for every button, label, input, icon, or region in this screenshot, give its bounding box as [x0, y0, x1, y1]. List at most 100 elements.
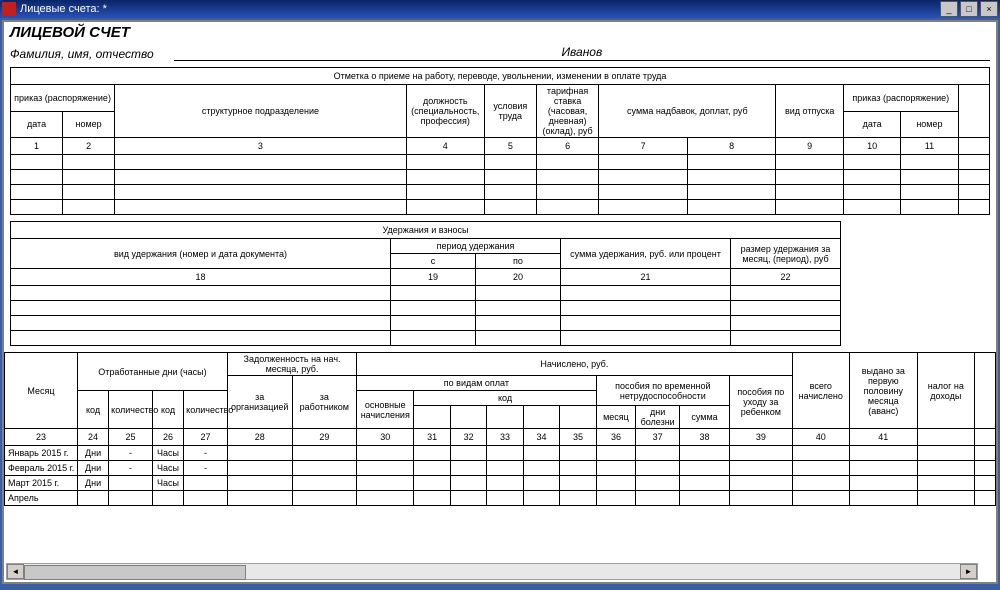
- col-main: основные начисления: [357, 391, 414, 429]
- colnum: 19: [391, 269, 476, 286]
- table-row[interactable]: [11, 200, 990, 215]
- colnum: 41: [849, 429, 917, 446]
- col-advance: выдано за первую половину месяца (аванс): [849, 353, 917, 429]
- colnum: 7: [599, 138, 688, 155]
- colnum: 39: [730, 429, 793, 446]
- table-row[interactable]: [11, 316, 841, 331]
- col-position: должность (специальность, профессия): [406, 85, 484, 138]
- table-row[interactable]: Январь 2015 г.Дни-Часы-: [5, 446, 996, 461]
- colnum: 32: [450, 429, 486, 446]
- col-tax: налог на доходы: [917, 353, 974, 429]
- colnum: 23: [5, 429, 78, 446]
- table-row[interactable]: [11, 185, 990, 200]
- colnum: 36: [596, 429, 636, 446]
- table-row[interactable]: Апрель: [5, 491, 996, 506]
- col-vac: вид отпуска: [776, 85, 844, 138]
- col-date2: дата: [844, 111, 901, 138]
- window-titlebar: Лицевые счета: * _ □ ×: [0, 0, 1000, 18]
- col-ded-from: с: [391, 254, 476, 269]
- col-care: пособия по уходу за ребенком: [730, 376, 793, 429]
- col-kod: код: [77, 391, 108, 429]
- colnum: 34: [523, 429, 559, 446]
- colnum: 29: [292, 429, 357, 446]
- colnum: 31: [414, 429, 450, 446]
- col-ded-to: по: [476, 254, 561, 269]
- col-sd: дни болезни: [636, 406, 680, 429]
- colnum: 37: [636, 429, 680, 446]
- col-ded-type: вид удержания (номер и дата документа): [11, 239, 391, 269]
- col-ded-period: период удержания: [391, 239, 561, 254]
- colnum: 27: [184, 429, 228, 446]
- col-accrued: Начислено, руб.: [357, 353, 793, 376]
- col-number2: номер: [901, 111, 958, 138]
- col-total: всего начислено: [792, 353, 849, 429]
- app-icon: [2, 2, 16, 16]
- col-ded-amount: сумма удержания, руб. или процент: [561, 239, 731, 269]
- monthly-table: Месяц Отработанные дни (часы) Задолженно…: [4, 352, 996, 506]
- col-byorg: за организацией: [227, 376, 292, 429]
- colnum: 3: [115, 138, 407, 155]
- colnum: 30: [357, 429, 414, 446]
- colnum: 33: [487, 429, 523, 446]
- scroll-left-icon[interactable]: ◄: [7, 564, 24, 579]
- table-row[interactable]: Март 2015 г.ДниЧасы: [5, 476, 996, 491]
- col-sick: пособия по временной нетрудоспособности: [596, 376, 729, 406]
- col-ded-monthly: размер удержания за месяц, (период), руб: [731, 239, 841, 269]
- colnum: 20: [476, 269, 561, 286]
- col-worked: Отработанные дни (часы): [77, 353, 227, 391]
- table-row[interactable]: [11, 301, 841, 316]
- colnum: 35: [560, 429, 596, 446]
- col-cond: условия труда: [484, 85, 536, 138]
- col-m: месяц: [596, 406, 636, 429]
- fio-value[interactable]: Иванов: [174, 45, 990, 61]
- colnum: 25: [109, 429, 153, 446]
- col-bypay: по видам оплат: [357, 376, 597, 391]
- scroll-thumb[interactable]: [24, 565, 246, 580]
- colnum: 9: [776, 138, 844, 155]
- col-date: дата: [11, 111, 63, 138]
- window-title: Лицевые счета: *: [20, 3, 107, 15]
- close-button[interactable]: ×: [980, 1, 998, 17]
- colnum: 21: [561, 269, 731, 286]
- col-byemp: за работником: [292, 376, 357, 429]
- maximize-button[interactable]: □: [960, 1, 978, 17]
- col-tariff: тарифная ставка (часовая, дневная) (окла…: [536, 85, 598, 138]
- col-number: номер: [63, 111, 115, 138]
- minimize-button[interactable]: _: [940, 1, 958, 17]
- fio-label: Фамилия, имя, отчество: [10, 47, 154, 61]
- table-row[interactable]: [11, 170, 990, 185]
- col-prikaz: приказ (распоряжение): [11, 85, 115, 112]
- table-row[interactable]: Февраль 2015 г.Дни-Часы-: [5, 461, 996, 476]
- col-kod-row: код: [414, 391, 596, 406]
- colnum: 2: [63, 138, 115, 155]
- colnum: 5: [484, 138, 536, 155]
- sec2-caption: Удержания и взносы: [11, 222, 841, 239]
- col-struct: структурное подразделение: [115, 85, 407, 138]
- colnum: 38: [680, 429, 730, 446]
- col-debt: Задолженность на нач. месяца, руб.: [227, 353, 356, 376]
- page-title: ЛИЦЕВОЙ СЧЕТ: [10, 24, 996, 41]
- colnum: 22: [731, 269, 841, 286]
- colnum: 28: [227, 429, 292, 446]
- colnum: 4: [406, 138, 484, 155]
- col-qty: количество: [184, 391, 228, 429]
- colnum: 24: [77, 429, 108, 446]
- table-row[interactable]: [11, 155, 990, 170]
- colnum: 40: [792, 429, 849, 446]
- deductions-table: Удержания и взносы вид удержания (номер …: [10, 221, 841, 346]
- scroll-right-icon[interactable]: ►: [960, 564, 977, 579]
- colnum: 26: [152, 429, 183, 446]
- col-sum: сумма: [680, 406, 730, 429]
- table-row[interactable]: [11, 286, 841, 301]
- table-row[interactable]: [11, 331, 841, 346]
- colnum: 1: [11, 138, 63, 155]
- colnum: 6: [536, 138, 598, 155]
- sec1-caption: Отметка о приеме на работу, переводе, ув…: [11, 68, 990, 85]
- horizontal-scrollbar[interactable]: ◄ ►: [6, 563, 978, 580]
- col-qty: количество: [109, 391, 153, 429]
- colnum: 18: [11, 269, 391, 286]
- document-area: ЛИЦЕВОЙ СЧЕТ Фамилия, имя, отчество Иван…: [2, 20, 998, 584]
- col-month: Месяц: [5, 353, 78, 429]
- colnum: 10: [844, 138, 901, 155]
- employment-table: Отметка о приеме на работу, переводе, ув…: [10, 67, 990, 215]
